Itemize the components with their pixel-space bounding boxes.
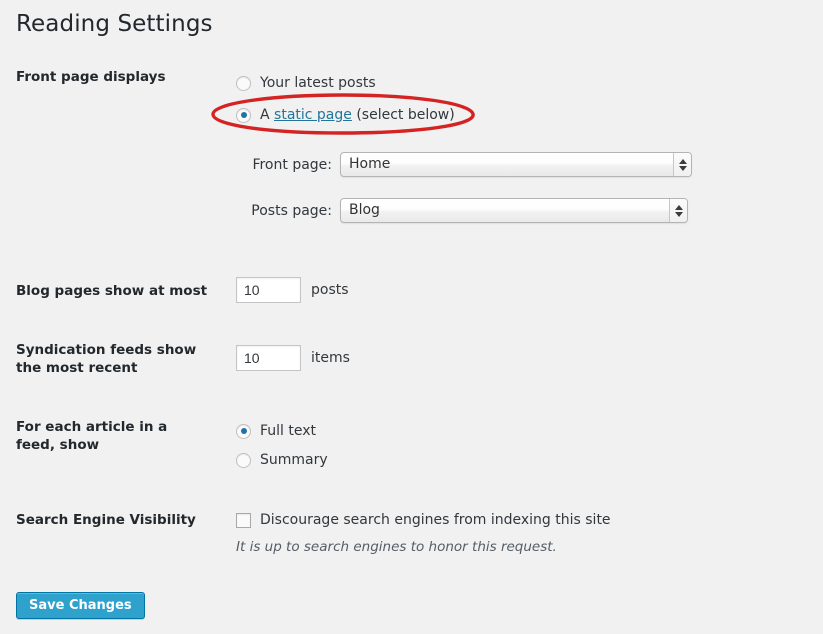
field-blog-pages: posts	[236, 277, 349, 303]
select-row-front-page: Front page: Home	[248, 152, 692, 177]
static-page-prefix: A	[260, 107, 275, 123]
unit-blog-pages: posts	[311, 282, 349, 298]
stepper-arrows-icon[interactable]	[669, 199, 687, 222]
label-blog-pages: Blog pages show at most	[16, 283, 208, 299]
select-row-posts-page: Posts page: Blog	[248, 198, 688, 223]
radio-option-static-page[interactable]: A static page (select below)	[236, 104, 455, 126]
radio-latest-posts-input[interactable]	[236, 75, 251, 91]
radio-summary-input[interactable]	[236, 452, 251, 468]
radio-full-text-input[interactable]	[236, 423, 251, 439]
label-front-page-displays: Front page displays	[16, 69, 166, 85]
select-front-page-value: Home	[349, 156, 391, 172]
radio-latest-posts-label: Your latest posts	[260, 75, 376, 91]
label-feed-article: For each article in a feed, show	[16, 419, 168, 453]
select-posts-page-value: Blog	[349, 202, 380, 218]
checkbox-discourage-label: Discourage search engines from indexing …	[260, 512, 611, 528]
stepper-arrows-icon[interactable]	[673, 153, 691, 176]
label-search-engine-visibility: Search Engine Visibility	[16, 512, 196, 528]
help-text-search-engines: It is up to search engines to honor this…	[236, 539, 557, 555]
select-caption-front-page: Front page:	[252, 156, 332, 173]
input-syndication-feeds[interactable]	[236, 345, 301, 371]
radio-option-latest-posts[interactable]: Your latest posts	[236, 72, 376, 94]
input-blog-pages[interactable]	[236, 277, 301, 303]
select-caption-posts-page: Posts page:	[251, 202, 332, 219]
page-title: Reading Settings	[16, 11, 213, 37]
label-syndication-feeds: Syndication feeds show the most recent	[16, 342, 197, 376]
radio-option-full-text[interactable]: Full text	[236, 420, 316, 442]
select-posts-page[interactable]: Blog	[340, 198, 688, 223]
radio-static-page-label: A static page (select below)	[260, 105, 455, 125]
radio-full-text-label: Full text	[260, 423, 317, 439]
checkbox-option-discourage-search-engines[interactable]: Discourage search engines from indexing …	[236, 509, 611, 531]
checkbox-discourage-input[interactable]	[236, 512, 251, 528]
static-page-suffix: (select below)	[351, 107, 455, 123]
save-changes-button[interactable]: Save Changes	[16, 592, 145, 619]
field-syndication-feeds: items	[236, 345, 350, 371]
radio-summary-label: Summary	[260, 452, 328, 468]
select-front-page[interactable]: Home	[340, 152, 692, 177]
radio-static-page-input[interactable]	[236, 107, 251, 123]
unit-syndication-feeds: items	[311, 350, 350, 366]
radio-option-summary[interactable]: Summary	[236, 449, 328, 471]
static-page-link[interactable]: static page	[274, 107, 352, 123]
